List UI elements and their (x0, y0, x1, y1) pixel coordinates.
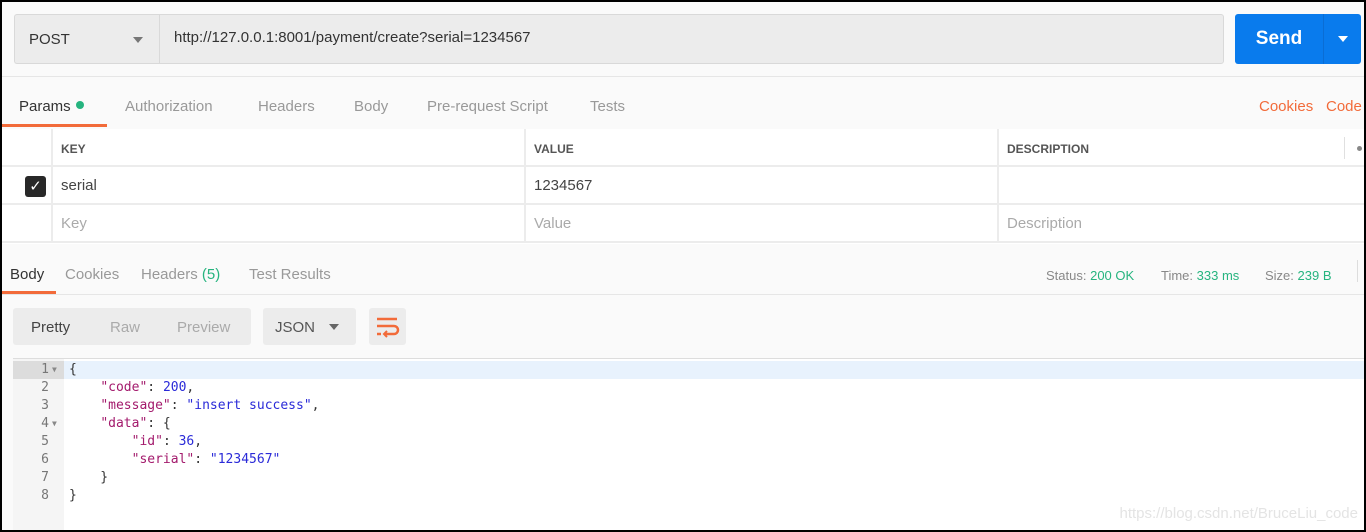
new-key-input[interactable]: Key (51, 205, 524, 241)
chevron-down-icon (1338, 36, 1348, 42)
code-line: 8} (41, 488, 77, 503)
wrap-lines-icon (377, 317, 400, 338)
code-line: 1 ▼{ (13, 361, 1364, 379)
fold-arrow-icon[interactable]: ▼ (52, 361, 57, 379)
format-select[interactable]: JSON (263, 308, 356, 345)
divider (2, 76, 1364, 77)
param-value-cell[interactable]: 1234567 (524, 167, 997, 203)
code-line: 7 } (41, 470, 109, 485)
pretty-button[interactable]: Pretty (31, 319, 70, 336)
tab-response-cookies[interactable]: Cookies (65, 266, 119, 283)
tab-params[interactable]: Params (19, 98, 84, 115)
code-link[interactable]: Code (1326, 98, 1362, 115)
divider (2, 294, 1364, 295)
send-button[interactable]: Send (1235, 14, 1323, 64)
request-bar: POST Send (14, 14, 1364, 66)
tab-test-results[interactable]: Test Results (249, 266, 331, 283)
tab-authorization[interactable]: Authorization (125, 98, 213, 115)
param-description-cell[interactable] (997, 167, 1364, 203)
params-active-dot-icon (75, 101, 84, 109)
headers-count-badge: (5) (201, 266, 221, 283)
key-column-header: KEY (61, 142, 86, 156)
response-tabs: Body Cookies Headers (5) Test Results St… (2, 254, 1364, 294)
code-line: 6 "serial": "1234567" (41, 452, 281, 467)
tab-response-body[interactable]: Body (10, 266, 44, 283)
response-status: Status: 200 OK (1046, 268, 1135, 283)
response-size: Size: 239 B (1265, 268, 1332, 283)
code-line: 4 ▼ "data": { (41, 415, 171, 433)
new-value-input[interactable]: Value (524, 205, 997, 241)
send-options-button[interactable] (1323, 14, 1361, 64)
params-header-row: KEY VALUE DESCRIPTION (2, 129, 1364, 167)
description-column-header: DESCRIPTION (1007, 142, 1090, 156)
cookies-link[interactable]: Cookies (1259, 98, 1313, 115)
divider (1357, 260, 1358, 282)
method-label: POST (29, 31, 70, 48)
chevron-down-icon (329, 324, 339, 330)
tab-tests[interactable]: Tests (590, 98, 625, 115)
fold-arrow-icon[interactable]: ▼ (52, 415, 57, 433)
tab-body[interactable]: Body (354, 98, 388, 115)
preview-button[interactable]: Preview (177, 319, 230, 336)
chevron-down-icon (133, 37, 143, 43)
table-row: ✓ serial 1234567 (2, 167, 1364, 205)
code-line: 5 "id": 36, (41, 434, 203, 449)
watermark: https://blog.csdn.net/BruceLiu_code (1119, 505, 1359, 522)
row-enabled-checkbox[interactable]: ✓ (25, 176, 46, 197)
active-tab-indicator (2, 124, 107, 127)
method-select[interactable]: POST (14, 14, 159, 64)
new-param-row: Key Value Description (2, 205, 1364, 243)
new-description-input[interactable]: Description (997, 205, 1364, 241)
params-table: KEY VALUE DESCRIPTION ✓ serial 1234567 K… (2, 129, 1364, 244)
url-field[interactable] (159, 14, 1224, 64)
tab-headers[interactable]: Headers (258, 98, 315, 115)
view-mode-group: Pretty Raw Preview (13, 308, 251, 345)
raw-button[interactable]: Raw (110, 319, 140, 336)
value-column-header: VALUE (534, 142, 574, 156)
code-line: 3 "message": "insert success", (41, 398, 320, 413)
tab-pre-request-script[interactable]: Pre-request Script (427, 98, 548, 115)
response-time: Time: 333 ms (1161, 268, 1240, 283)
column-separator (1344, 137, 1345, 159)
wrap-lines-button[interactable] (369, 308, 406, 345)
url-input[interactable] (174, 29, 1174, 46)
param-key-cell[interactable]: serial (51, 167, 524, 203)
request-tabs: Params Authorization Headers Body Pre-re… (2, 88, 1364, 128)
postman-window: POST Send Params Authorization Headers B… (2, 2, 1364, 530)
tab-response-headers[interactable]: Headers (5) (141, 266, 220, 283)
code-line: 2 "code": 200, (41, 380, 195, 395)
more-options-icon[interactable] (1357, 146, 1362, 151)
